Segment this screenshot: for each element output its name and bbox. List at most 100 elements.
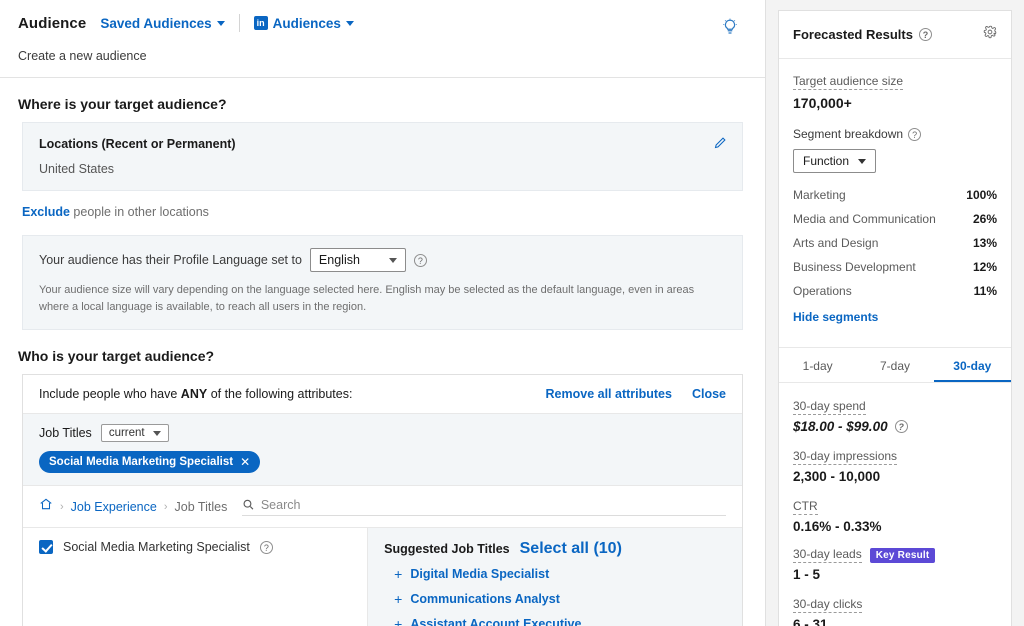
segment-row: Business Development 12% [793, 255, 997, 279]
suggested-item[interactable]: + Assistant Account Executive [384, 611, 726, 626]
include-any: ANY [181, 387, 207, 401]
suggested-item-label: Digital Media Specialist [410, 567, 549, 581]
audiences-label: Audiences [273, 16, 341, 31]
locations-panel: Locations (Recent or Permanent) United S… [22, 122, 743, 191]
segment-row: Arts and Design 13% [793, 231, 997, 255]
segment-breakdown-label-row: Segment breakdown ? [793, 127, 997, 141]
metric-label-row: 30-day leads Key Result [793, 547, 997, 563]
metric-value: 2,300 - 10,000 [793, 469, 880, 484]
plus-icon: + [394, 592, 402, 606]
metric-spend: 30-day spend $18.00 - $99.00 ? [793, 397, 997, 434]
profile-language-select[interactable]: English [310, 248, 406, 272]
segment-row: Media and Communication 26% [793, 207, 997, 231]
question-mark-icon[interactable]: ? [260, 541, 273, 554]
suggested-item-label: Assistant Account Executive [410, 617, 581, 626]
locations-label: Locations (Recent or Permanent) [39, 137, 726, 151]
audiences-dropdown[interactable]: in Audiences [254, 16, 354, 31]
suggested-item[interactable]: + Digital Media Specialist [384, 561, 726, 586]
profile-language-panel: Your audience has their Profile Language… [22, 235, 743, 330]
question-mark-icon[interactable]: ? [414, 254, 427, 267]
forecast-period-tabs: 1-day 7-day 30-day [779, 347, 1011, 383]
pencil-icon[interactable] [713, 135, 728, 155]
chevron-down-icon [153, 431, 161, 436]
attributes-card: Include people who have ANY of the follo… [22, 374, 743, 626]
question-mark-icon[interactable]: ? [908, 128, 921, 141]
question-mark-icon[interactable]: ? [919, 28, 932, 41]
breadcrumb: › Job Experience › Job Titles [23, 486, 742, 528]
segment-pct: 100% [966, 188, 997, 202]
attribute-picker: Social Media Marketing Specialist ? Sugg… [23, 528, 742, 626]
tab-1-day[interactable]: 1-day [779, 348, 856, 382]
chevron-down-icon [217, 21, 225, 26]
breadcrumb-job-experience[interactable]: Job Experience [71, 500, 157, 514]
attribute-chips-area: Job Titles current Social Media Marketin… [23, 414, 742, 486]
question-mark-icon[interactable]: ? [895, 420, 908, 433]
metric-label: 30-day impressions [793, 449, 897, 465]
gear-icon[interactable] [983, 25, 997, 44]
remove-all-attributes-button[interactable]: Remove all attributes [546, 387, 672, 401]
exclude-text: people in other locations [73, 205, 209, 219]
hide-segments-link[interactable]: Hide segments [793, 310, 997, 324]
segment-row: Marketing 100% [793, 183, 997, 207]
list-item[interactable]: Social Media Marketing Specialist ? [39, 540, 351, 554]
segment-name: Business Development [793, 260, 916, 274]
metric-value-row: 6 - 31 [793, 617, 997, 626]
segment-pct: 12% [973, 260, 997, 274]
segment-breakdown-select[interactable]: Function [793, 149, 876, 173]
metric-value-row: 0.16% - 0.33% [793, 519, 997, 534]
tab-7-day[interactable]: 7-day [856, 348, 933, 382]
plus-icon: + [394, 567, 402, 581]
close-button[interactable]: Close [692, 387, 726, 401]
forecast-sidebar: Forecasted Results ? Target audience siz… [766, 0, 1024, 626]
metric-ctr: CTR 0.16% - 0.33% [793, 497, 997, 534]
include-suffix: of the following attributes: [211, 387, 353, 401]
app-header: Audience Saved Audiences in Audiences Cr… [0, 0, 765, 78]
chevron-down-icon [858, 159, 866, 164]
audience-builder-page: Audience Saved Audiences in Audiences Cr… [0, 0, 1024, 626]
attributes-header: Include people who have ANY of the follo… [23, 375, 742, 414]
suggested-options-list: Suggested Job Titles Select all (10) + D… [368, 528, 742, 626]
main-content: Audience Saved Audiences in Audiences Cr… [0, 0, 766, 626]
chip-label: Social Media Marketing Specialist [49, 456, 233, 468]
suggested-item-label: Communications Analyst [410, 592, 560, 606]
search-icon [242, 498, 255, 511]
language-row: Your audience has their Profile Language… [39, 248, 726, 272]
target-audience-size-label: Target audience size [793, 74, 903, 90]
metric-leads: 30-day leads Key Result 1 - 5 [793, 547, 997, 582]
suggested-title: Suggested Job Titles [384, 542, 510, 556]
saved-audiences-dropdown[interactable]: Saved Audiences [100, 16, 224, 31]
suggested-item[interactable]: + Communications Analyst [384, 586, 726, 611]
metric-value-row: 1 - 5 [793, 567, 997, 582]
segment-name: Arts and Design [793, 236, 878, 250]
forecast-title: Forecasted Results [793, 27, 913, 42]
job-titles-label: Job Titles [39, 426, 92, 440]
segment-pct: 26% [973, 212, 997, 226]
segment-name: Marketing [793, 188, 846, 202]
metric-value-row: 2,300 - 10,000 [793, 469, 997, 484]
metric-value: 6 - 31 [793, 617, 828, 626]
metric-clicks: 30-day clicks 6 - 31 [793, 595, 997, 626]
selected-attribute-chip[interactable]: Social Media Marketing Specialist ✕ [39, 451, 260, 473]
breadcrumb-separator: › [164, 501, 168, 513]
page-title: Audience [18, 15, 86, 32]
breadcrumb-separator: › [60, 501, 64, 513]
tab-30-day[interactable]: 30-day [934, 348, 1011, 382]
checkbox-checked-icon[interactable] [39, 540, 53, 554]
close-x-icon[interactable]: ✕ [240, 455, 250, 469]
option-label: Social Media Marketing Specialist [63, 540, 250, 554]
exclude-link[interactable]: Exclude [22, 205, 70, 219]
metric-value-row: $18.00 - $99.00 ? [793, 419, 997, 434]
home-icon[interactable] [39, 497, 53, 516]
attributes-actions: Remove all attributes Close [546, 387, 726, 401]
forecast-title-group: Forecasted Results ? [793, 27, 932, 42]
forecast-metrics: 30-day spend $18.00 - $99.00 ? 30-day im… [779, 383, 1011, 626]
suggested-header: Suggested Job Titles Select all (10) [384, 540, 726, 558]
search-field[interactable] [242, 498, 726, 516]
select-all-link[interactable]: Select all (10) [520, 540, 622, 558]
lightbulb-icon[interactable] [717, 14, 743, 40]
saved-audiences-label: Saved Audiences [100, 16, 211, 31]
segment-breakdown-label: Segment breakdown [793, 127, 903, 141]
search-input[interactable] [261, 498, 726, 512]
segment-row: Operations 11% [793, 279, 997, 303]
job-titles-scope-select[interactable]: current [101, 424, 169, 442]
